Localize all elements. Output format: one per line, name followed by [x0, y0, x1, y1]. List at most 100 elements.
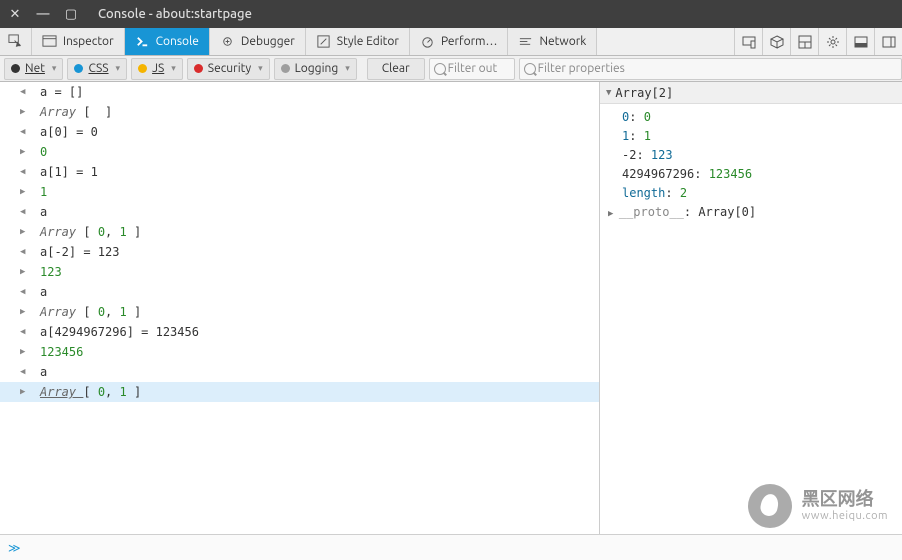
console-line[interactable]: ◀ a[4294967296] = 123456 — [0, 322, 599, 342]
tab-network[interactable]: Network — [508, 28, 597, 55]
output-arrow-icon: ▶ — [20, 187, 32, 197]
debugger-icon — [220, 34, 235, 49]
screen-icon — [742, 35, 756, 49]
console-text: 1 — [40, 185, 47, 199]
gear-icon — [826, 35, 840, 49]
tab-label: Perform… — [441, 35, 498, 48]
tab-console[interactable]: Console — [125, 28, 210, 55]
inspector-row[interactable]: 0: 0 — [622, 108, 902, 127]
settings-button[interactable] — [818, 28, 846, 55]
clear-button[interactable]: Clear — [367, 58, 425, 80]
console-line[interactable]: ◀ a[0] = 0 — [0, 122, 599, 142]
console-line[interactable]: ▶123 — [0, 262, 599, 282]
inspector-row[interactable]: 1: 1 — [622, 127, 902, 146]
tab-debugger[interactable]: Debugger — [210, 28, 306, 55]
panels-icon — [882, 35, 896, 49]
tab-label: Debugger — [241, 35, 295, 48]
console-text: a[1] = 1 — [40, 165, 98, 179]
filter-properties-input[interactable]: Filter properties — [519, 58, 902, 80]
console-text: 123456 — [40, 345, 83, 359]
network-icon — [518, 34, 533, 49]
console-text: 0 — [40, 145, 47, 159]
output-arrow-icon: ▶ — [20, 147, 32, 157]
console-line[interactable]: ▶ Array [ 0, 1 ] — [0, 302, 599, 322]
minimize-icon[interactable]: ― — [36, 7, 50, 21]
chevron-down-icon: ▼ — [606, 88, 611, 98]
console-output[interactable]: ◀a = []▶Array [ ]◀a[0] = 0▶0◀a[1] = 1▶1◀… — [0, 82, 600, 534]
console-text: a[4294967296] = 123456 — [40, 325, 199, 339]
input-arrow-icon: ◀ — [20, 327, 32, 337]
console-line[interactable]: ◀ a = [] — [0, 82, 599, 102]
console-line[interactable]: ◀ a[-2] = 123 — [0, 242, 599, 262]
output-arrow-icon: ▶ — [20, 347, 32, 357]
console-line[interactable]: ◀a — [0, 282, 599, 302]
console-text: Array [ 0, 1 ] — [40, 305, 141, 319]
filter-css[interactable]: CSS▾ — [67, 58, 127, 80]
console-line[interactable]: ◀a — [0, 202, 599, 222]
pointer-icon — [8, 34, 23, 49]
window-titlebar: ✕ ― ▢ Console - about:startpage — [0, 0, 902, 28]
tab-inspector[interactable]: Inspector — [32, 28, 125, 55]
console-text: a — [40, 365, 47, 379]
console-line[interactable]: ▶ Array [ 0, 1 ] — [0, 382, 599, 402]
close-icon[interactable]: ✕ — [8, 7, 22, 21]
console-text: Array [ 0, 1 ] — [40, 225, 141, 239]
performance-icon — [420, 34, 435, 49]
frames-button[interactable] — [790, 28, 818, 55]
console-icon — [135, 34, 150, 49]
filter-output-input[interactable]: Filter out — [429, 58, 515, 80]
console-text: a[0] = 0 — [40, 125, 98, 139]
inspector-row[interactable]: 4294967296: 123456 — [622, 165, 902, 184]
input-arrow-icon: ◀ — [20, 87, 32, 97]
box-icon — [770, 35, 784, 49]
console-line[interactable]: ▶1 — [0, 182, 599, 202]
console-filter-bar: Net▾ CSS▾ JS▾ Security▾ Logging▾ Clear F… — [0, 56, 902, 82]
console-text: a = [] — [40, 85, 83, 99]
dock-side-button[interactable] — [846, 28, 874, 55]
console-line[interactable]: ▶ 123456 — [0, 342, 599, 362]
inspector-row[interactable]: -2: 123 — [622, 146, 902, 165]
filter-logging[interactable]: Logging▾ — [274, 58, 357, 80]
console-text: a — [40, 285, 47, 299]
inspector-row[interactable]: length: 2 — [622, 184, 902, 203]
output-arrow-icon: ▶ — [20, 387, 32, 397]
dock-window-button[interactable] — [874, 28, 902, 55]
console-text: Array [ ] — [40, 105, 112, 119]
style-editor-icon — [316, 34, 331, 49]
console-text: a — [40, 205, 47, 219]
console-line[interactable]: ◀a[1] = 1 — [0, 162, 599, 182]
input-arrow-icon: ◀ — [20, 367, 32, 377]
inspector-row[interactable]: ▶ __proto__: Array[0] — [622, 203, 902, 224]
inspector-header[interactable]: ▼ Array[2] — [600, 82, 902, 104]
console-text: a[-2] = 123 — [40, 245, 119, 259]
scratchpad-button[interactable] — [762, 28, 790, 55]
input-arrow-icon: ◀ — [20, 207, 32, 217]
tab-label: Network — [539, 35, 586, 48]
filter-security[interactable]: Security▾ — [187, 58, 270, 80]
input-arrow-icon: ◀ — [20, 247, 32, 257]
output-arrow-icon: ▶ — [20, 227, 32, 237]
filter-net[interactable]: Net▾ — [4, 58, 63, 80]
tab-style-editor[interactable]: Style Editor — [306, 28, 410, 55]
tab-label: Style Editor — [337, 35, 399, 48]
responsive-mode-button[interactable] — [734, 28, 762, 55]
output-arrow-icon: ▶ — [20, 107, 32, 117]
maximize-icon[interactable]: ▢ — [64, 7, 78, 21]
console-prompt[interactable]: ≫ — [0, 534, 902, 560]
output-arrow-icon: ▶ — [20, 307, 32, 317]
tab-performance[interactable]: Perform… — [410, 28, 509, 55]
console-text: Array [ 0, 1 ] — [40, 385, 141, 399]
frames-icon — [798, 35, 812, 49]
tab-label: Inspector — [63, 35, 114, 48]
pick-element-button[interactable] — [0, 28, 32, 55]
console-text: 123 — [40, 265, 62, 279]
console-line[interactable]: ◀a — [0, 362, 599, 382]
console-line[interactable]: ▶ Array [ ] — [0, 102, 599, 122]
prompt-icon: ≫ — [8, 541, 21, 555]
console-line[interactable]: ▶ Array [ 0, 1 ] — [0, 222, 599, 242]
tab-label: Console — [156, 35, 199, 48]
chevron-right-icon: ▶ — [608, 209, 619, 219]
input-arrow-icon: ◀ — [20, 127, 32, 137]
filter-js[interactable]: JS▾ — [131, 58, 183, 80]
console-line[interactable]: ▶0 — [0, 142, 599, 162]
